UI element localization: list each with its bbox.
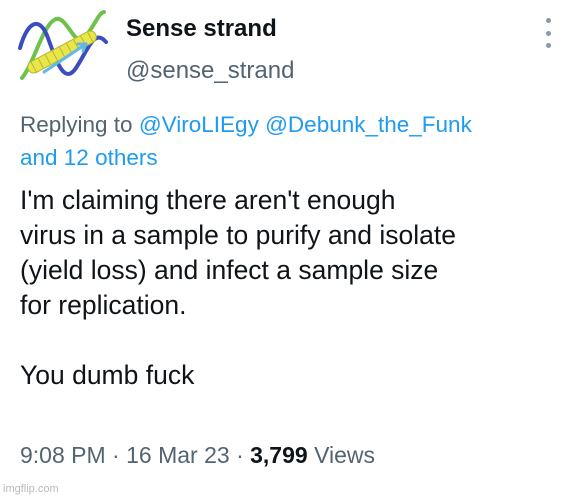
watermark: imgflip.com <box>3 483 59 495</box>
replying-to: Replying to @ViroLIEgy @Debunk_the_Funk … <box>20 108 570 174</box>
views-count: 3,799 <box>250 442 308 468</box>
and-others-link[interactable]: and 12 others <box>20 145 158 170</box>
views-label: Views <box>314 442 376 468</box>
more-options-icon[interactable] <box>540 18 556 48</box>
display-name[interactable]: Sense strand <box>126 14 277 44</box>
tweet-card: Sense strand @sense_strand Replying to @… <box>0 0 580 499</box>
separator-dot: · <box>236 442 244 468</box>
mention-debunk-the-funk[interactable]: @Debunk_the_Funk <box>265 112 472 137</box>
dna-helix-icon <box>18 10 108 80</box>
mention-virolieegy[interactable]: @ViroLIEgy <box>139 112 259 137</box>
replying-to-label: Replying to <box>20 112 133 137</box>
tweet-date[interactable]: 16 Mar 23 <box>126 442 230 468</box>
tweet-text: I'm claiming there aren't enough virus i… <box>20 185 456 390</box>
separator-dot: · <box>112 442 120 468</box>
avatar[interactable] <box>14 8 110 92</box>
tweet-time[interactable]: 9:08 PM <box>20 442 106 468</box>
tweet-metadata: 9:08 PM · 16 Mar 23 · 3,799 Views <box>20 440 375 470</box>
user-handle[interactable]: @sense_strand <box>126 56 294 86</box>
